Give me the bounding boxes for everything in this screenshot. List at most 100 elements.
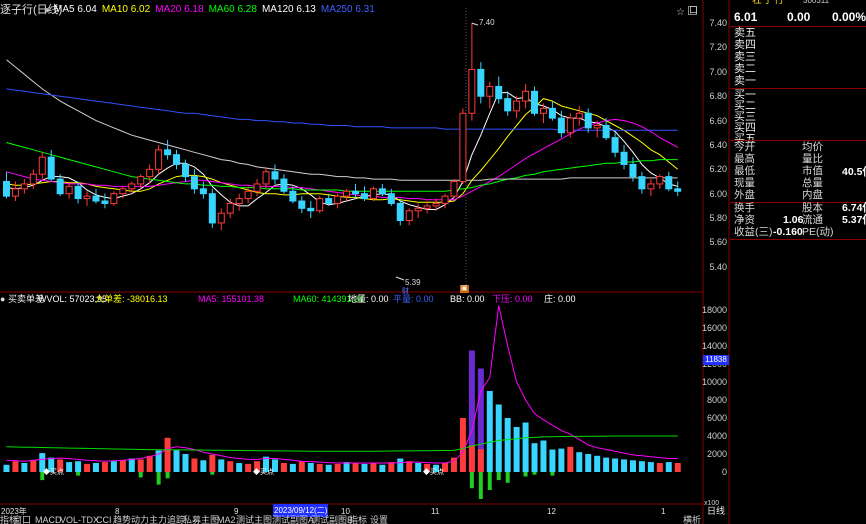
candle (566, 113, 574, 138)
candle (656, 174, 664, 189)
bottom-tab[interactable]: 私募主图 (183, 516, 219, 524)
volume-bar (585, 454, 592, 472)
candle (352, 183, 360, 199)
volume-bar (352, 463, 359, 472)
date-label: 1 (661, 507, 666, 516)
volume-bar (558, 448, 565, 472)
candle-body (199, 188, 207, 195)
event-marker-icon-2[interactable]: ▣ (460, 285, 469, 293)
candle (110, 191, 118, 206)
volume-bar (540, 440, 547, 472)
bottom-tab[interactable]: 指标 (349, 516, 367, 524)
bottom-tab[interactable]: 测试主图 (236, 516, 272, 524)
current-volume-marker: 11838 (703, 355, 729, 365)
bottom-tab[interactable]: VOL-TDX (60, 516, 99, 524)
candle-body (47, 156, 55, 180)
tab-horizontal[interactable]: 横析 (683, 516, 701, 524)
price-tick-label: 6.00 (709, 188, 727, 199)
stat-label: 现量 (734, 177, 755, 189)
candle-body (20, 183, 28, 190)
moving-average-lines (6, 59, 679, 210)
candle-body (325, 198, 333, 204)
volume-tick-label: 6000 (706, 413, 727, 423)
candle-body (253, 183, 261, 192)
negative-volume-bar (469, 472, 474, 489)
volume-bar (495, 404, 502, 472)
candle-body (173, 154, 181, 165)
price-gridlines (0, 22, 703, 268)
candle-body (110, 193, 118, 204)
candle-body (423, 205, 431, 209)
volume-bar (361, 463, 368, 472)
settings-dot-icon[interactable]: ● (44, 4, 50, 17)
candle-body (119, 188, 127, 195)
volume-bar (146, 455, 153, 472)
stat-label: 量比 (802, 153, 823, 165)
volume-bar (343, 462, 350, 472)
volume-tick-label: 0 (721, 467, 727, 477)
candle-body (92, 195, 100, 202)
bottom-tab[interactable]: 设置 (370, 516, 388, 524)
candle-body (432, 202, 440, 207)
negative-volume-bar (496, 472, 501, 481)
mode-box-icon[interactable]: 口 (688, 6, 698, 15)
negative-volume-bar (156, 472, 161, 485)
bottom-tab[interactable]: MA2 (217, 516, 236, 524)
volume-bar (128, 458, 135, 472)
volume-bar (227, 461, 234, 472)
candle (20, 179, 28, 194)
volume-tick-label: 18000 (701, 305, 727, 315)
indicator-legend-item: 下压: 0.00 (492, 294, 533, 304)
candle-body (146, 168, 154, 178)
volume-bar (110, 461, 117, 472)
candle-body (83, 195, 91, 200)
bottom-tab[interactable]: 趋势动力 (113, 516, 149, 524)
candle (92, 188, 100, 204)
negative-volume-bar (210, 472, 215, 475)
volume-bar (182, 454, 189, 472)
candle (298, 196, 306, 214)
candle (217, 208, 225, 231)
stat-label: 最低 (734, 165, 755, 177)
candle-body (522, 90, 530, 102)
volume-bar (21, 463, 28, 472)
last-price: 6.01 (734, 10, 758, 24)
volume-bar (638, 461, 645, 472)
volume-tick-label: 2000 (706, 449, 727, 459)
candle (396, 198, 404, 226)
candle-body (369, 188, 377, 200)
high-price-marker: 7.40 (479, 18, 495, 27)
indicator-dot-icon[interactable]: ● (0, 293, 5, 306)
volume-bar (101, 462, 108, 472)
turnover-label: 换手 (734, 202, 755, 214)
bottom-tab[interactable]: CCI (96, 516, 112, 524)
candle-body (620, 151, 628, 165)
candle (253, 179, 261, 197)
volume-bar (137, 459, 144, 472)
candle-body (656, 176, 664, 185)
volume-bar (30, 460, 37, 472)
market-cap-value: 40.5亿 (842, 166, 866, 178)
bottom-tab[interactable]: 主力追踪 (149, 516, 185, 524)
candle (611, 132, 619, 158)
bottom-tab[interactable]: 窗口 (13, 516, 31, 524)
period-label[interactable]: 日线 (707, 505, 725, 518)
bottom-tab[interactable]: 测试副图A (272, 516, 314, 524)
candle-body (137, 176, 145, 185)
star-icon[interactable]: ☆ (676, 6, 685, 19)
candle-body (101, 200, 109, 204)
volume-bar (459, 418, 466, 472)
volume-bar (629, 460, 636, 472)
volume-bar (316, 463, 323, 472)
candle (369, 186, 377, 202)
volume-bar (66, 462, 73, 472)
negative-volume-bar (478, 472, 483, 499)
indicator-legend-item: 大单差: -38016.13 (95, 294, 168, 304)
bottom-tab[interactable]: 测试副图B (311, 516, 353, 524)
volume-bar (567, 446, 574, 472)
volume-bar (209, 454, 216, 472)
candle-body (262, 171, 270, 185)
bottom-tab[interactable]: MACD (35, 516, 62, 524)
candle-body (629, 163, 637, 178)
candle-body (226, 202, 234, 214)
